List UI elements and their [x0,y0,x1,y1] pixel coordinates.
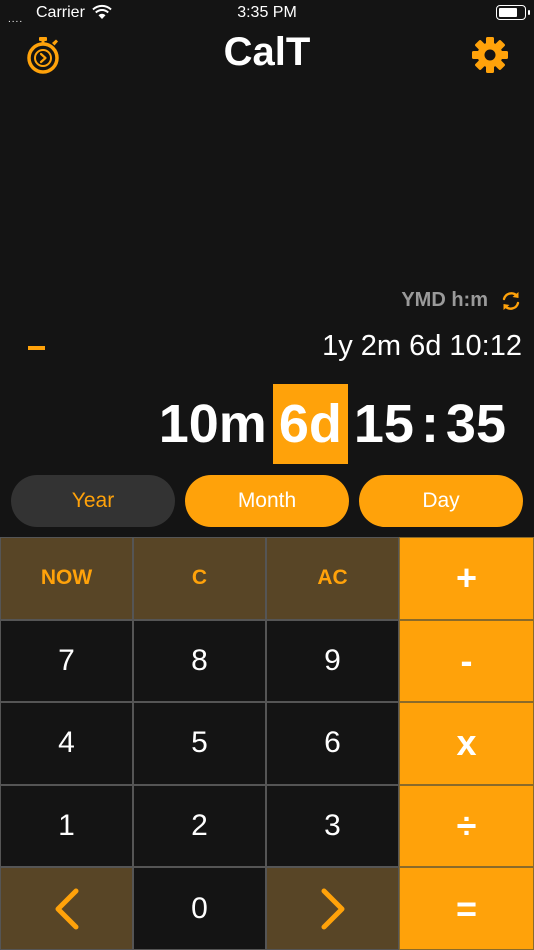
digit-4-button[interactable]: 4 [0,702,133,785]
chevron-left-icon [55,888,78,930]
minus-button[interactable]: - [399,619,534,703]
digit-9-button[interactable]: 9 [266,619,399,703]
digit-1-button[interactable]: 1 [0,784,133,868]
divide-button[interactable]: ÷ [399,784,534,868]
digit-6-button[interactable]: 6 [266,702,399,785]
refresh-icon[interactable] [500,290,522,312]
now-button[interactable]: NOW [0,537,133,620]
multiply-button[interactable]: x [399,702,534,785]
digit-8-button[interactable]: 8 [133,619,266,703]
result-value: 1y 2m 6d 10:12 [322,330,522,362]
digit-7-button[interactable]: 7 [0,619,133,703]
battery-icon [496,5,530,20]
year-button[interactable]: Year [11,475,175,527]
format-label[interactable]: YMD h:m [401,289,488,312]
app-title: CalT [223,30,311,74]
month-segment[interactable]: 10m [153,384,273,464]
all-clear-button[interactable]: AC [266,537,399,620]
hour-segment[interactable]: 15 [348,384,420,464]
digit-5-button[interactable]: 5 [133,702,266,785]
main-input-value: 10m 6d 15 : 35 [153,384,512,464]
equals-button[interactable]: = [399,867,534,950]
month-button[interactable]: Month [185,475,349,527]
status-bar: .... Carrier 3:35 PM [0,0,534,26]
day-button[interactable]: Day [359,475,523,527]
move-right-button[interactable] [266,867,399,950]
day-segment[interactable]: 6d [272,384,348,464]
digit-0-button[interactable]: 0 [133,867,266,950]
clock: 3:35 PM [237,4,297,21]
digit-2-button[interactable]: 2 [133,784,266,868]
keypad: NOW C AC + 7 8 9 - 4 5 6 x 1 2 3 ÷ 0 = [0,537,534,950]
chevron-right-icon [321,888,344,930]
plus-button[interactable]: + [399,537,534,620]
clear-button[interactable]: C [133,537,266,620]
digit-3-button[interactable]: 3 [266,784,399,868]
time-separator: : [420,394,439,454]
minute-segment[interactable]: 35 [440,384,512,464]
negative-sign: - [28,346,45,350]
move-left-button[interactable] [0,867,133,950]
gear-icon[interactable] [471,36,509,74]
